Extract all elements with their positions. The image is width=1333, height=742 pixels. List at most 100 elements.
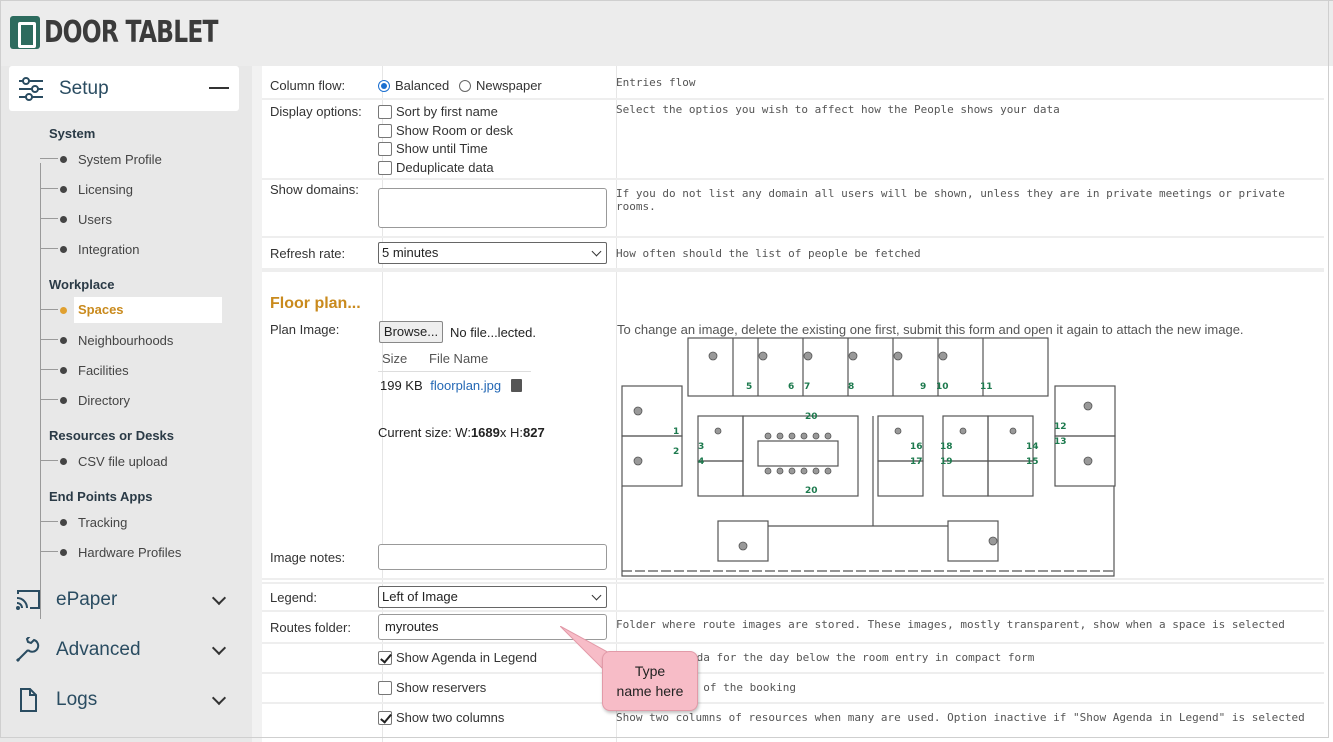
legend-select[interactable]: Left of Image (378, 586, 607, 608)
show-domains-textarea[interactable] (378, 188, 607, 228)
image-notes-label: Image notes: (270, 550, 346, 565)
sliders-icon (19, 76, 43, 101)
room-number-label: 20 (805, 486, 818, 496)
app-header: DOOR TABLET (0, 0, 1333, 66)
file-link[interactable]: floorplan.jpg (430, 378, 501, 393)
file-icon (20, 688, 37, 712)
display-options-label: Display options: (270, 104, 362, 119)
nav-advanced[interactable]: Advanced (14, 630, 234, 670)
checkbox-deduplicate[interactable]: Deduplicate data (378, 160, 494, 175)
radio-checked-icon (378, 79, 390, 92)
routes-folder-label: Routes folder: (270, 620, 351, 635)
sidebar-item-spaces[interactable]: Spaces (40, 297, 222, 323)
callout-tooltip: Type name here (602, 651, 698, 711)
checkbox-sort-first-name[interactable]: Sort by first name (378, 104, 498, 119)
bullet-icon (60, 518, 67, 526)
legend-label: Legend: (270, 590, 317, 605)
checkbox-show-until-time[interactable]: Show until Time (378, 141, 488, 156)
bullet-icon (60, 155, 67, 163)
room-number-label: 16 (910, 442, 923, 452)
room-number-label: 20 (805, 412, 818, 422)
room-number-label: 5 (746, 382, 752, 392)
bullet-icon (60, 457, 67, 465)
refresh-rate-select[interactable]: 5 minutes (378, 242, 607, 264)
routes-folder-help: Folder where route images are stored. Th… (616, 618, 1285, 631)
bullet-icon (60, 306, 67, 314)
trash-icon[interactable] (510, 379, 522, 392)
display-options-help: Select the optios you wish to affect how… (616, 103, 1060, 116)
bullet-icon (60, 336, 67, 344)
brand-logo[interactable]: DOOR TABLET (10, 15, 267, 50)
sidebar-item-licensing[interactable]: Licensing (40, 176, 222, 202)
chevron-down-icon (211, 590, 227, 606)
sidebar-item-tracking[interactable]: Tracking (40, 509, 222, 535)
file-table-header: Size File Name (378, 346, 531, 372)
show-agenda-help: nda for the day below the room entry in … (690, 651, 1035, 664)
bullet-icon (60, 245, 67, 253)
checkbox-icon (378, 160, 392, 175)
sidebar-item-neighbourhoods[interactable]: Neighbourhoods (40, 327, 222, 353)
checkbox-show-reservers[interactable]: Show reservers (378, 680, 486, 695)
bullet-icon (60, 215, 67, 223)
show-reservers-help: s of the booking (690, 681, 796, 694)
radio-newspaper[interactable]: Newspaper (459, 78, 542, 93)
sidebar-item-csv-upload[interactable]: CSV file upload (40, 448, 222, 474)
bullet-icon (60, 396, 67, 404)
bullet-icon (60, 185, 67, 193)
checkbox-checked-icon (378, 710, 392, 725)
room-number-label: 6 (788, 382, 794, 392)
room-number-label: 8 (848, 382, 854, 392)
room-number-label: 2 (673, 447, 679, 457)
chevron-down-icon (211, 640, 227, 656)
room-number-label: 12 (1054, 422, 1067, 432)
sidebar-item-hardware-profiles[interactable]: Hardware Profiles (40, 539, 222, 565)
nav-logs[interactable]: Logs (14, 680, 234, 720)
file-row: 199 KB floorplan.jpg (380, 378, 522, 393)
column-flow-label: Column flow: (270, 78, 346, 93)
wrench-icon (15, 637, 40, 663)
room-number-label: 10 (936, 382, 949, 392)
sidebar-item-users[interactable]: Users (40, 206, 222, 232)
settings-form: Column flow: Balanced Newspaper Entries … (252, 66, 1324, 742)
column-flow-help: Entries flow (616, 76, 696, 89)
refresh-rate-help: How often should the list of people be f… (616, 247, 921, 260)
refresh-rate-label: Refresh rate: (270, 246, 346, 261)
checkbox-checked-icon (378, 650, 392, 665)
sidebar-item-directory[interactable]: Directory (40, 387, 222, 413)
bullet-icon (60, 548, 67, 556)
browse-button[interactable]: Browse... (379, 321, 443, 343)
sidebar-item-facilities[interactable]: Facilities (40, 357, 222, 383)
room-number-label: 9 (920, 382, 926, 392)
floor-plan-title: Floor plan... (270, 295, 361, 312)
room-number-label: 14 (1026, 442, 1039, 452)
room-number-label: 18 (940, 442, 953, 452)
group-endpoints: End Points Apps (49, 489, 153, 504)
checkbox-show-room-desk[interactable]: Show Room or desk (378, 123, 513, 138)
checkbox-icon (378, 104, 392, 119)
setup-section-header[interactable]: Setup (9, 66, 239, 111)
room-number-label: 15 (1026, 457, 1039, 467)
image-notes-input[interactable] (378, 544, 607, 570)
sidebar: Setup System System Profile Licensing Us… (0, 66, 252, 742)
room-number-label: 4 (698, 457, 704, 467)
room-number-label: 19 (940, 457, 953, 467)
nav-epaper[interactable]: ePaper (14, 580, 234, 620)
collapse-icon[interactable] (209, 87, 229, 89)
current-size: Current size: W:1689x H:827 (378, 425, 545, 440)
no-file-text: No file...lected. (450, 325, 536, 340)
file-size: 199 KB (380, 378, 423, 393)
checkbox-icon (378, 123, 392, 138)
group-workplace: Workplace (49, 277, 115, 292)
setup-label: Setup (59, 77, 109, 99)
checkbox-show-agenda[interactable]: Show Agenda in Legend (378, 650, 537, 665)
room-number-label: 3 (698, 442, 704, 452)
checkbox-icon (378, 141, 392, 156)
checkbox-show-two-columns[interactable]: Show two columns (378, 710, 504, 725)
sidebar-item-system-profile[interactable]: System Profile (40, 146, 222, 172)
cast-icon (16, 590, 40, 610)
room-number-label: 17 (910, 457, 923, 467)
room-number-label: 7 (804, 382, 810, 392)
sidebar-item-integration[interactable]: Integration (40, 236, 222, 262)
brand-name: DOOR TABLET (44, 15, 219, 50)
radio-balanced[interactable]: Balanced (378, 78, 449, 93)
